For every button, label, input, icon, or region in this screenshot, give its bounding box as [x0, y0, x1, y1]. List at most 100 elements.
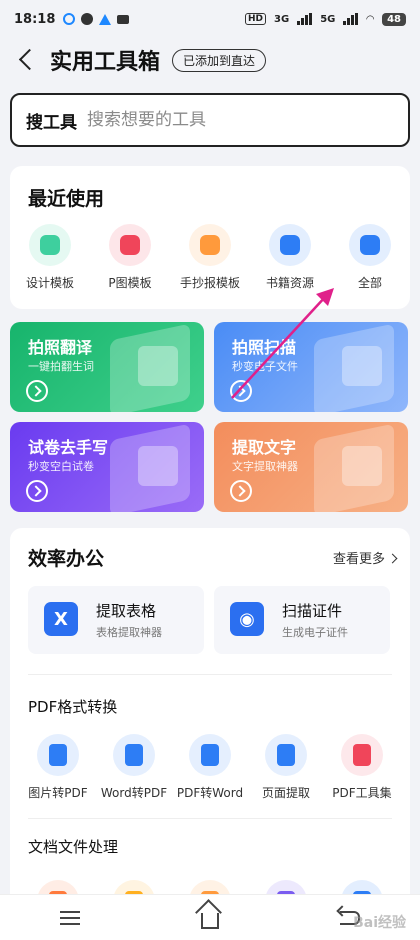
pdf-tool-item[interactable]: 图片转PDF: [20, 734, 96, 801]
grid-all-icon: [349, 224, 391, 266]
search-label: 搜工具: [26, 112, 77, 133]
promo-illustration-inner: [138, 446, 178, 486]
promo-subtitle: 一键拍翻生词: [28, 360, 94, 373]
tool-label: Word转PDF: [100, 786, 168, 800]
recent-tool-item[interactable]: 全部: [330, 224, 410, 291]
promo-subtitle: 文字提取神器: [232, 460, 298, 473]
pdf-tools: 图片转PDF Word转PDF PDF转Word 页面提取 PDF工具集: [10, 734, 410, 801]
feature-scan-id[interactable]: ◉ 扫描证件 生成电子证件: [214, 586, 390, 654]
search-bar[interactable]: 搜工具: [10, 93, 410, 147]
promo-subtitle: 秒变电子文件: [232, 360, 298, 373]
pdf-toolkit-icon-glyph: [353, 744, 371, 766]
image-to-pdf-icon: [37, 734, 79, 776]
design-template-icon-glyph: [40, 235, 60, 255]
menu-icon[interactable]: [60, 910, 81, 925]
promo-subtitle: 秒变空白试卷: [28, 460, 94, 473]
recent-tool-item[interactable]: 设计模板: [10, 224, 90, 291]
promo-illustration-inner: [138, 346, 178, 386]
grid-all-icon-glyph: [360, 235, 380, 255]
doc-section-title: 文档文件处理: [28, 838, 119, 856]
page-extract-icon-glyph: [277, 744, 295, 766]
photo-template-icon-glyph: [120, 235, 140, 255]
status-app-icon: [63, 13, 76, 25]
signal-icon-2: [343, 13, 359, 25]
status-warning-icon: [99, 13, 112, 25]
pdf-to-word-icon-glyph: [201, 744, 219, 766]
tool-label: 书籍资源: [265, 276, 314, 290]
wifi-icon: ◠: [366, 13, 375, 25]
pdf-to-word-icon: [189, 734, 231, 776]
tool-label: 图片转PDF: [28, 786, 88, 800]
pdf-tool-item[interactable]: PDF工具集: [324, 734, 400, 801]
page-extract-icon: [265, 734, 307, 776]
feature-title: 扫描证件: [282, 602, 343, 620]
promo-title: 提取文字: [232, 438, 297, 457]
home-icon[interactable]: [200, 912, 219, 929]
id-card-icon: ◉: [230, 602, 264, 636]
view-more-link[interactable]: 查看更多: [333, 548, 396, 567]
network-3g: 3G: [274, 13, 290, 25]
office-card: 效率办公 查看更多 X 提取表格 表格提取神器 ◉ 扫描证件 生成电子证件 PD…: [10, 528, 410, 940]
design-template-icon: [29, 224, 71, 266]
poster-template-icon: [189, 224, 231, 266]
pdf-tool-item[interactable]: 页面提取: [248, 734, 324, 801]
tool-label: PDF转Word: [176, 786, 244, 800]
recent-title: 最近使用: [28, 188, 105, 210]
poster-template-icon-glyph: [200, 235, 220, 255]
feature-title: 提取表格: [96, 602, 157, 620]
feature-extract-table[interactable]: X 提取表格 表格提取神器: [28, 586, 204, 654]
added-to-direct-badge[interactable]: 已添加到直达: [172, 48, 267, 72]
tool-label: 页面提取: [261, 786, 310, 800]
promo-extract-text[interactable]: 提取文字 文字提取神器: [214, 422, 408, 512]
promo-title: 拍照翻译: [28, 338, 93, 357]
tool-label: 手抄报模板: [179, 276, 240, 290]
photo-template-icon: [109, 224, 151, 266]
book-resource-icon: [269, 224, 311, 266]
watermark: Bai经验: [353, 915, 406, 931]
tool-label: 设计模板: [25, 276, 74, 290]
promo-remove-handwriting[interactable]: 试卷去手写 秒变空白试卷: [10, 422, 204, 512]
pdf-tool-item[interactable]: Word转PDF: [96, 734, 172, 801]
divider: [28, 818, 392, 819]
feature-subtitle: 表格提取神器: [96, 626, 162, 639]
image-to-pdf-icon-glyph: [49, 744, 67, 766]
tool-label: PDF工具集: [332, 786, 392, 800]
tool-label: P图模板: [108, 276, 152, 290]
office-title: 效率办公: [28, 548, 105, 570]
book-resource-icon-glyph: [280, 235, 300, 255]
arrow-right-icon[interactable]: [26, 380, 48, 402]
recent-tool-item[interactable]: 书籍资源: [250, 224, 330, 291]
battery-icon: 48: [382, 12, 406, 26]
word-to-pdf-icon-glyph: [125, 744, 143, 766]
page-header: 实用工具箱 已添加到直达: [0, 40, 420, 80]
word-to-pdf-icon: [113, 734, 155, 776]
pdf-section-title: PDF格式转换: [28, 698, 118, 716]
promo-title: 试卷去手写: [28, 438, 109, 457]
promo-photo-translate[interactable]: 拍照翻译 一键拍翻生词: [10, 322, 204, 412]
status-compass-icon: [81, 13, 94, 25]
status-time: 18:18: [14, 11, 56, 27]
recent-card: 最近使用 设计模板 P图模板 手抄报模板 书籍资源 全部: [10, 166, 410, 309]
excel-icon: X: [44, 602, 78, 636]
recent-tool-item[interactable]: 手抄报模板: [170, 224, 250, 291]
status-bar: 18:18 HD 3G 5G ◠ 48: [0, 0, 420, 38]
promo-photo-scan[interactable]: 拍照扫描 秒变电子文件: [214, 322, 408, 412]
signal-icon: [297, 13, 313, 25]
tool-label: 全部: [357, 276, 382, 290]
promo-title: 拍照扫描: [232, 338, 297, 357]
pdf-tool-item[interactable]: PDF转Word: [172, 734, 248, 801]
search-input[interactable]: [87, 110, 347, 130]
promo-illustration-inner: [342, 446, 382, 486]
page-title: 实用工具箱: [50, 50, 161, 75]
hd-icon: HD: [245, 13, 267, 25]
arrow-right-icon[interactable]: [26, 480, 48, 502]
arrow-right-icon[interactable]: [230, 480, 252, 502]
arrow-right-icon[interactable]: [230, 380, 252, 402]
status-crown-icon: [117, 14, 130, 24]
recent-tool-item[interactable]: P图模板: [90, 224, 170, 291]
back-icon[interactable]: [16, 49, 38, 71]
feature-subtitle: 生成电子证件: [282, 626, 348, 639]
network-5g: 5G: [320, 13, 336, 25]
recent-tools: 设计模板 P图模板 手抄报模板 书籍资源 全部: [10, 224, 410, 291]
promo-illustration-inner: [342, 346, 382, 386]
